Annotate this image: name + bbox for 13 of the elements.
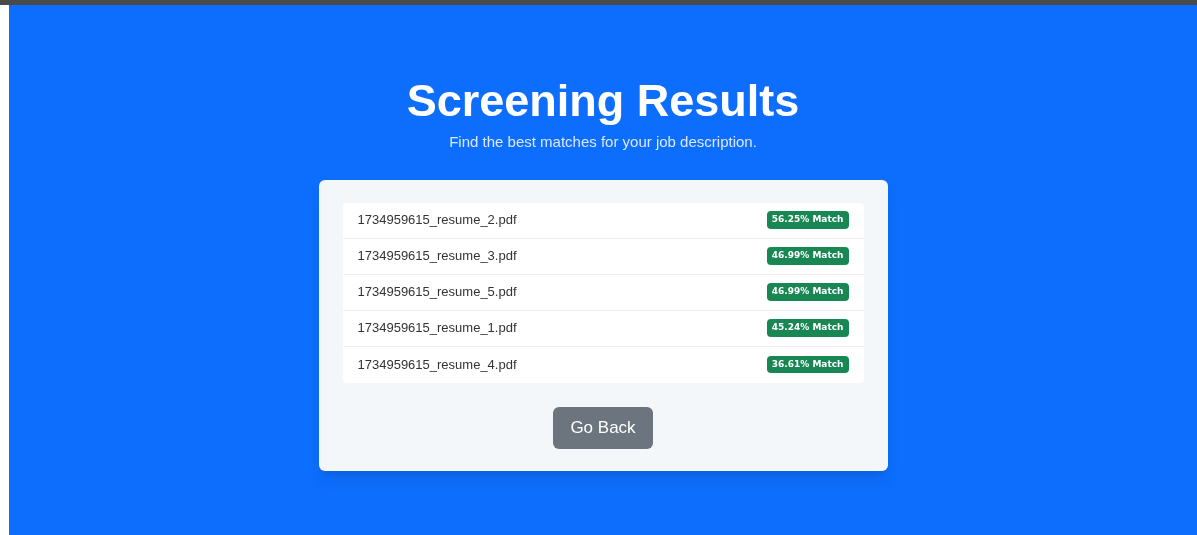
file-name: 1734959615_resume_5.pdf — [357, 283, 517, 302]
match-badge: 46.99% Match — [766, 247, 849, 265]
file-name: 1734959615_resume_2.pdf — [357, 211, 517, 230]
file-name: 1734959615_resume_1.pdf — [357, 319, 517, 338]
match-badge: 45.24% Match — [766, 319, 849, 337]
go-back-button[interactable]: Go Back — [553, 406, 653, 449]
page-subtitle: Find the best matches for your job description. — [449, 132, 757, 152]
page-title: Screening Results — [406, 74, 800, 128]
match-badge: 56.25% Match — [766, 211, 849, 229]
match-badge: 36.61% Match — [766, 355, 849, 374]
file-name: 1734959615_resume_4.pdf — [357, 355, 517, 374]
match-badge: 46.99% Match — [766, 283, 849, 301]
file-name: 1734959615_resume_3.pdf — [357, 247, 517, 266]
